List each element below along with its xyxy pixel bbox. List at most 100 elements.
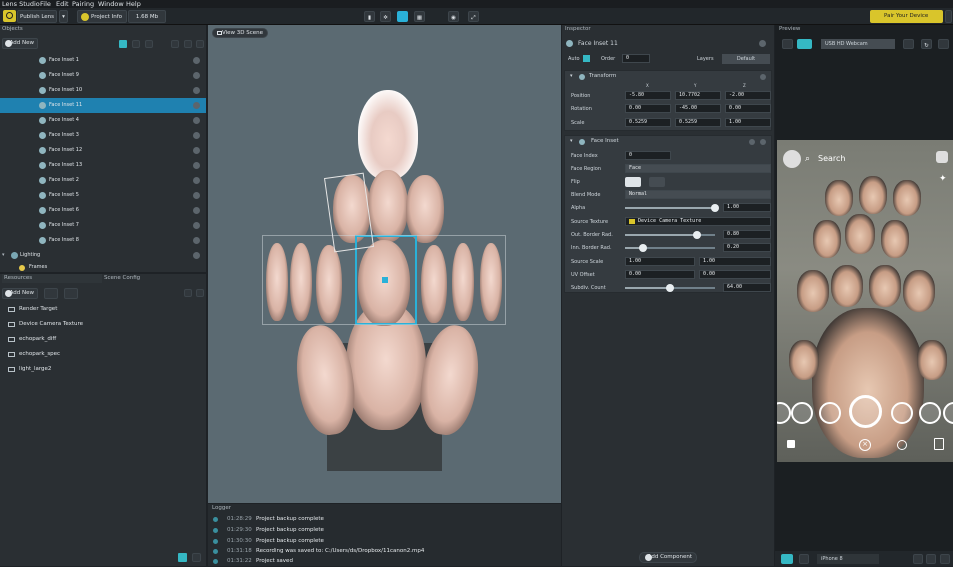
fullscreen-icon[interactable] <box>938 39 949 49</box>
object-row-face-inset-7[interactable]: Face Inset 7 <box>0 218 206 233</box>
list-view-icon[interactable] <box>178 553 187 562</box>
menu-help[interactable]: Help <box>126 0 141 8</box>
scale-y-field[interactable]: 0.5259 <box>675 118 721 127</box>
object-row-face-inset-4[interactable]: Face Inset 4 <box>0 113 206 128</box>
objects-add-new-button[interactable]: Add New <box>2 38 38 49</box>
snap-icon[interactable]: ◉ <box>448 11 459 22</box>
visibility-toggle-icon[interactable] <box>193 192 200 199</box>
discover-icon[interactable] <box>934 438 944 450</box>
alpha-field[interactable]: 1.00 <box>723 203 771 212</box>
outer-border-field[interactable]: 0.80 <box>723 230 771 239</box>
object-name-label[interactable]: Face Inset 11 <box>578 40 618 47</box>
visibility-icon[interactable] <box>171 40 179 48</box>
position-z-field[interactable]: -2.00 <box>725 91 771 100</box>
object-row-lighting[interactable]: ▾ Lighting <box>0 248 206 263</box>
outer-border-slider[interactable] <box>625 231 715 239</box>
record-video-icon[interactable] <box>926 554 936 564</box>
gear-icon[interactable] <box>760 74 766 80</box>
close-lens-icon[interactable]: × <box>859 439 871 451</box>
resource-row-echopark-diff[interactable]: echopark_diff <box>0 332 206 347</box>
lens-carousel-item[interactable] <box>919 402 941 424</box>
preview-search-label[interactable]: Search <box>818 154 845 163</box>
scale-x-field[interactable]: 0.5259 <box>625 118 671 127</box>
memories-icon[interactable] <box>787 440 795 448</box>
webcam-icon[interactable] <box>797 39 812 49</box>
camera-source-dropdown[interactable]: USB HD Webcam <box>821 39 895 49</box>
rotation-y-field[interactable]: -45.00 <box>675 104 721 113</box>
object-row-face-inset-11[interactable]: Face Inset 11 <box>0 98 206 113</box>
layers-dropdown[interactable]: Default <box>722 54 770 64</box>
lens-carousel-item[interactable] <box>819 402 841 424</box>
source-scale-x-field[interactable]: 1.00 <box>625 257 695 266</box>
toolbar-more-icon[interactable] <box>945 10 952 23</box>
layers-icon[interactable] <box>132 40 140 48</box>
panel-left-icon[interactable]: ▮ <box>364 11 375 22</box>
filter-icon[interactable] <box>184 289 192 297</box>
grid-view-icon[interactable] <box>192 553 201 562</box>
object-row-face-inset-8[interactable]: Face Inset 8 <box>0 233 206 248</box>
object-row-face-inset-5[interactable]: Face Inset 5 <box>0 188 206 203</box>
scene-viewport[interactable]: View 3D Scene <box>208 25 561 503</box>
file-icon[interactable] <box>64 288 78 299</box>
search-icon[interactable] <box>196 40 204 48</box>
visibility-toggle-icon[interactable] <box>193 252 200 259</box>
menu-window[interactable]: Window <box>98 0 124 8</box>
object-row-face-inset-6[interactable]: Face Inset 6 <box>0 203 206 218</box>
inner-border-slider[interactable] <box>625 244 715 252</box>
snapshot-icon[interactable] <box>940 554 950 564</box>
collapse-chevron-icon[interactable]: ▾ <box>570 73 573 79</box>
add-friend-icon[interactable] <box>936 151 948 163</box>
search-icon[interactable] <box>196 289 204 297</box>
phone-icon[interactable] <box>781 554 793 564</box>
blend-mode-dropdown[interactable]: Normal <box>625 190 771 199</box>
object-row-face-inset-10[interactable]: Face Inset 10 <box>0 83 206 98</box>
visibility-toggle-icon[interactable] <box>193 222 200 229</box>
search-icon[interactable]: ⌕ <box>805 154 810 164</box>
hierarchy-icon[interactable] <box>145 40 153 48</box>
visibility-toggle-icon[interactable] <box>193 132 200 139</box>
filter-icon[interactable] <box>184 40 192 48</box>
device-dropdown[interactable]: iPhone 8 <box>817 554 879 564</box>
refresh-icon[interactable]: ↻ <box>921 39 932 49</box>
visibility-toggle-icon[interactable] <box>193 237 200 244</box>
visibility-toggle-icon[interactable] <box>193 57 200 64</box>
position-y-field[interactable]: 10.7702 <box>675 91 721 100</box>
resources-add-new-button[interactable]: Add New <box>2 288 38 299</box>
resource-row-echopark-spec[interactable]: echopark_spec <box>0 347 206 362</box>
face-index-field[interactable]: 0 <box>625 151 671 160</box>
camera-filter-icon[interactable] <box>119 40 127 48</box>
visibility-toggle-icon[interactable] <box>193 207 200 214</box>
object-row-face-inset-3[interactable]: Face Inset 3 <box>0 128 206 143</box>
slider-knob[interactable] <box>693 231 701 239</box>
visibility-toggle-icon[interactable] <box>193 102 200 109</box>
object-row-frames[interactable]: Frames <box>0 263 206 272</box>
collapse-chevron-icon[interactable]: ▾ <box>570 138 573 144</box>
gear-icon[interactable] <box>760 139 766 145</box>
slider-knob[interactable] <box>639 244 647 252</box>
capture-button[interactable] <box>849 395 882 428</box>
menu-file[interactable]: File <box>40 0 51 8</box>
enable-toggle-icon[interactable] <box>749 139 755 145</box>
tab-scene-config[interactable]: Scene Config <box>104 274 140 283</box>
lens-u-icon[interactable] <box>397 11 408 22</box>
visibility-toggle-icon[interactable] <box>193 177 200 184</box>
auto-checkbox[interactable] <box>583 55 590 62</box>
phone-preview-screen[interactable]: ⌕ Search ✦ × <box>777 140 953 462</box>
tab-resources[interactable]: Resources <box>2 274 102 283</box>
object-row-face-inset-12[interactable]: Face Inset 12 <box>0 143 206 158</box>
subdiv-field[interactable]: 64.00 <box>723 283 771 292</box>
rotation-z-field[interactable]: 0.00 <box>725 104 771 113</box>
visibility-toggle-icon[interactable] <box>193 72 200 79</box>
visibility-toggle-icon[interactable] <box>193 87 200 94</box>
slider-knob[interactable] <box>711 204 719 212</box>
position-x-field[interactable]: -5.80 <box>625 91 671 100</box>
order-field[interactable]: 0 <box>622 54 650 63</box>
publish-lens-button[interactable]: Publish Lens <box>17 10 57 23</box>
scale-z-field[interactable]: 1.00 <box>725 118 771 127</box>
object-row-face-inset-13[interactable]: Face Inset 13 <box>0 158 206 173</box>
slider-knob[interactable] <box>666 284 674 292</box>
visibility-toggle-icon[interactable] <box>193 117 200 124</box>
alpha-slider[interactable] <box>625 204 719 212</box>
subdiv-slider[interactable] <box>625 284 715 292</box>
source-texture-field[interactable]: Device Camera Texture <box>625 217 771 226</box>
